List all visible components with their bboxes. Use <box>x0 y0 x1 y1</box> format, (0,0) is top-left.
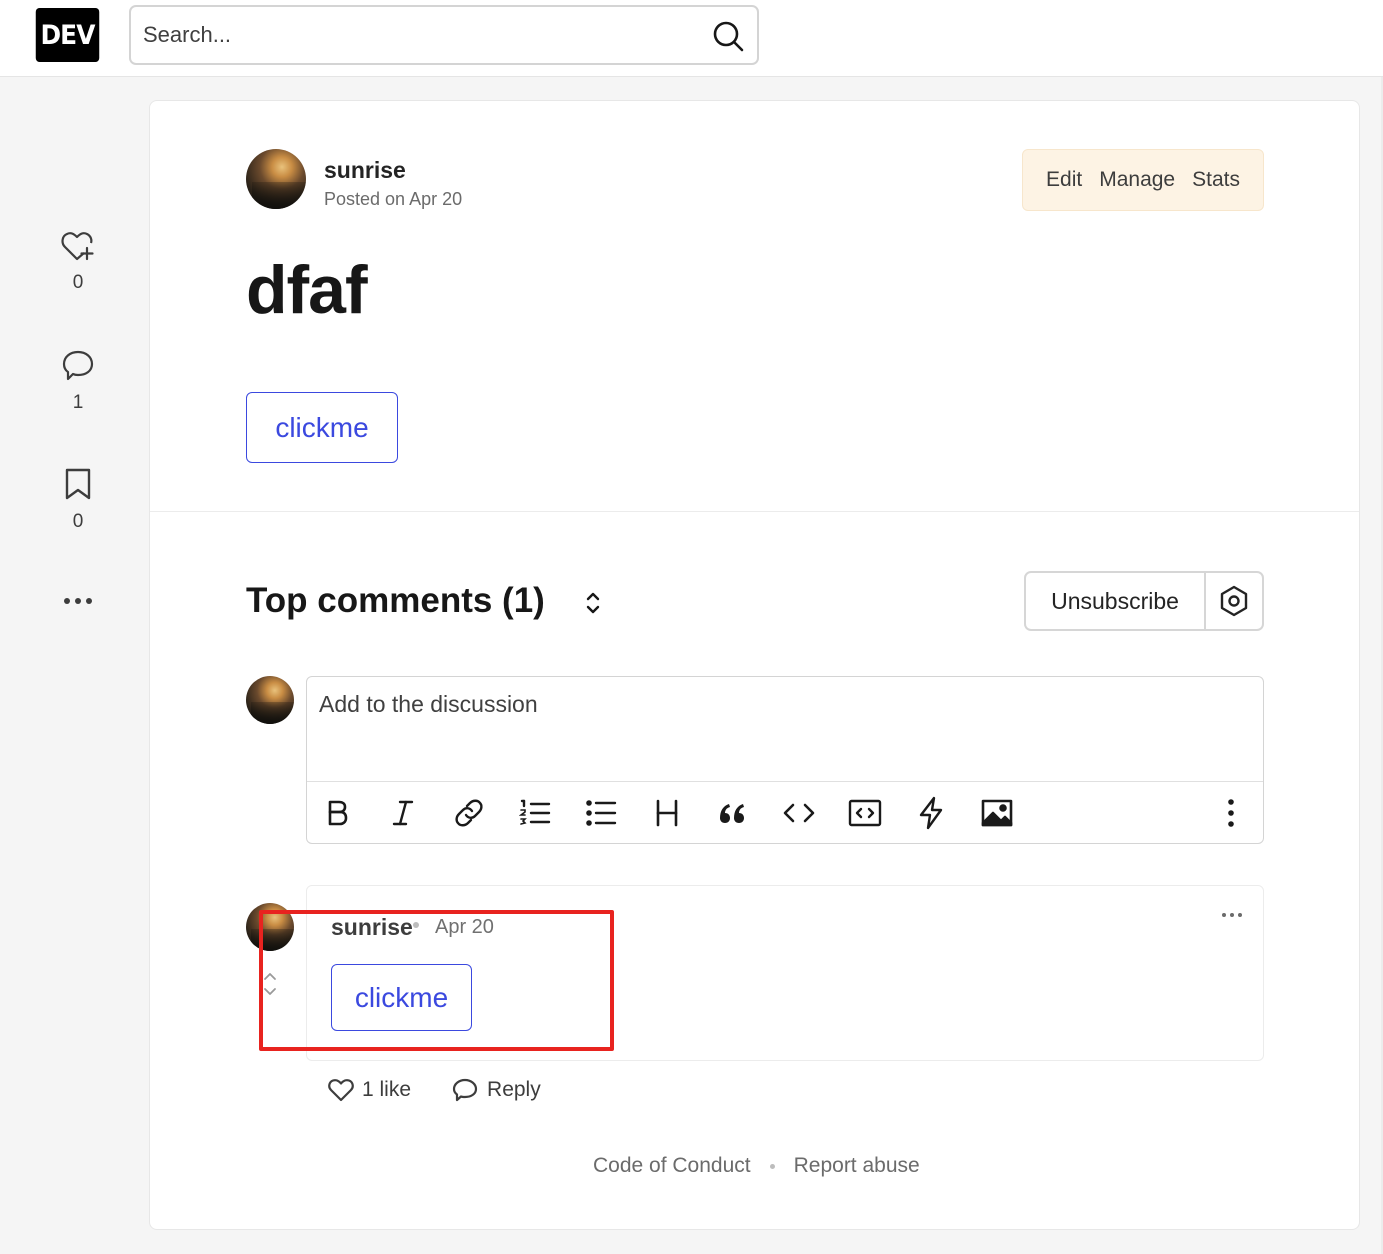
author-avatar[interactable] <box>246 149 306 209</box>
comment-author-name[interactable]: sunrise <box>331 914 413 941</box>
more-actions-button[interactable] <box>48 586 108 616</box>
unordered-list-button[interactable] <box>583 795 619 831</box>
code-button[interactable] <box>781 795 817 831</box>
comment-like-button[interactable]: 1 like <box>328 1078 411 1102</box>
bookmark-reaction[interactable]: 0 <box>48 467 108 533</box>
bold-button[interactable] <box>319 795 355 831</box>
separator-dot <box>413 922 419 928</box>
heart-plus-icon <box>61 232 94 261</box>
unordered-list-icon <box>586 800 617 826</box>
divider <box>150 511 1359 512</box>
image-icon <box>981 799 1013 827</box>
embed-button[interactable] <box>913 795 949 831</box>
current-user-avatar <box>246 676 294 724</box>
ordered-list-icon <box>519 799 551 825</box>
author-name[interactable]: sunrise <box>324 157 406 184</box>
quote-icon <box>720 804 744 823</box>
lightning-icon <box>919 796 943 830</box>
more-horizontal-icon <box>1222 913 1242 917</box>
ordered-list-button[interactable] <box>517 795 553 831</box>
heading-button[interactable] <box>649 795 685 831</box>
link-button[interactable] <box>451 795 487 831</box>
comment-menu-button[interactable] <box>1219 902 1245 928</box>
collapse-thread-icon[interactable] <box>259 971 281 997</box>
subscription-settings-button[interactable] <box>1206 573 1262 629</box>
article-card: sunrise Posted on Apr 20 Edit Manage Sta… <box>149 100 1360 1230</box>
more-horizontal-icon <box>64 598 92 604</box>
search-input[interactable] <box>143 17 703 53</box>
comment-bubble-icon <box>62 350 94 381</box>
editor-toolbar <box>307 781 1263 843</box>
bold-icon <box>328 800 348 826</box>
like-reaction[interactable]: 0 <box>48 228 108 294</box>
comment-editor <box>306 676 1264 844</box>
post-date: Posted on Apr 20 <box>324 189 463 209</box>
reply-label: Reply <box>487 1078 541 1101</box>
report-abuse-link[interactable]: Report abuse <box>794 1154 920 1178</box>
reply-bubble-icon <box>452 1078 478 1102</box>
more-vertical-icon <box>1228 799 1234 827</box>
post-title: dfaf <box>246 252 368 328</box>
code-block-icon <box>848 799 882 827</box>
heading-icon <box>656 799 678 827</box>
top-bar: DEV <box>0 0 1383 77</box>
comment-card: sunrise Apr 20 clickme <box>306 885 1264 1061</box>
edit-link[interactable]: Edit <box>1046 168 1082 192</box>
link-icon <box>455 799 483 827</box>
comment-count: 1 <box>72 392 84 413</box>
subscription-controls: Unsubscribe <box>1024 571 1264 631</box>
quote-button[interactable] <box>715 795 751 831</box>
like-count: 0 <box>72 272 84 293</box>
heart-icon <box>328 1079 354 1102</box>
settings-hexagon-icon <box>1220 585 1248 617</box>
search-box <box>129 5 759 65</box>
code-of-conduct-link[interactable]: Code of Conduct <box>593 1154 751 1178</box>
comment-author-avatar[interactable] <box>246 903 294 951</box>
footer-links: Code of Conduct Report abuse <box>593 1154 920 1178</box>
italic-button[interactable] <box>385 795 421 831</box>
sort-chevrons-icon[interactable] <box>582 590 604 616</box>
reply-button[interactable]: Reply <box>451 1077 541 1103</box>
separator-dot <box>769 1163 775 1169</box>
image-upload-button[interactable] <box>979 795 1015 831</box>
search-icon[interactable] <box>711 19 745 53</box>
code-block-button[interactable] <box>847 795 883 831</box>
comments-heading: Top comments (1) <box>246 581 545 620</box>
unsubscribe-button[interactable]: Unsubscribe <box>1026 573 1206 629</box>
comment-textarea[interactable] <box>319 691 1239 771</box>
bookmark-icon <box>65 468 91 500</box>
owner-actions: Edit Manage Stats <box>1022 149 1264 211</box>
comment-date[interactable]: Apr 20 <box>435 916 494 939</box>
dev-logo[interactable]: DEV <box>35 8 100 62</box>
code-icon <box>783 803 815 823</box>
stats-link[interactable]: Stats <box>1192 168 1240 192</box>
like-count-label: 1 like <box>362 1078 412 1101</box>
italic-icon <box>392 800 414 826</box>
comment-clickme-button[interactable]: clickme <box>331 964 472 1031</box>
post-clickme-button[interactable]: clickme <box>246 392 398 463</box>
manage-link[interactable]: Manage <box>1099 168 1175 192</box>
comment-reaction[interactable]: 1 <box>48 348 108 414</box>
comment-actions: 1 like Reply <box>328 1077 581 1103</box>
more-options-button[interactable] <box>1213 795 1249 831</box>
bookmark-count: 0 <box>72 511 84 532</box>
